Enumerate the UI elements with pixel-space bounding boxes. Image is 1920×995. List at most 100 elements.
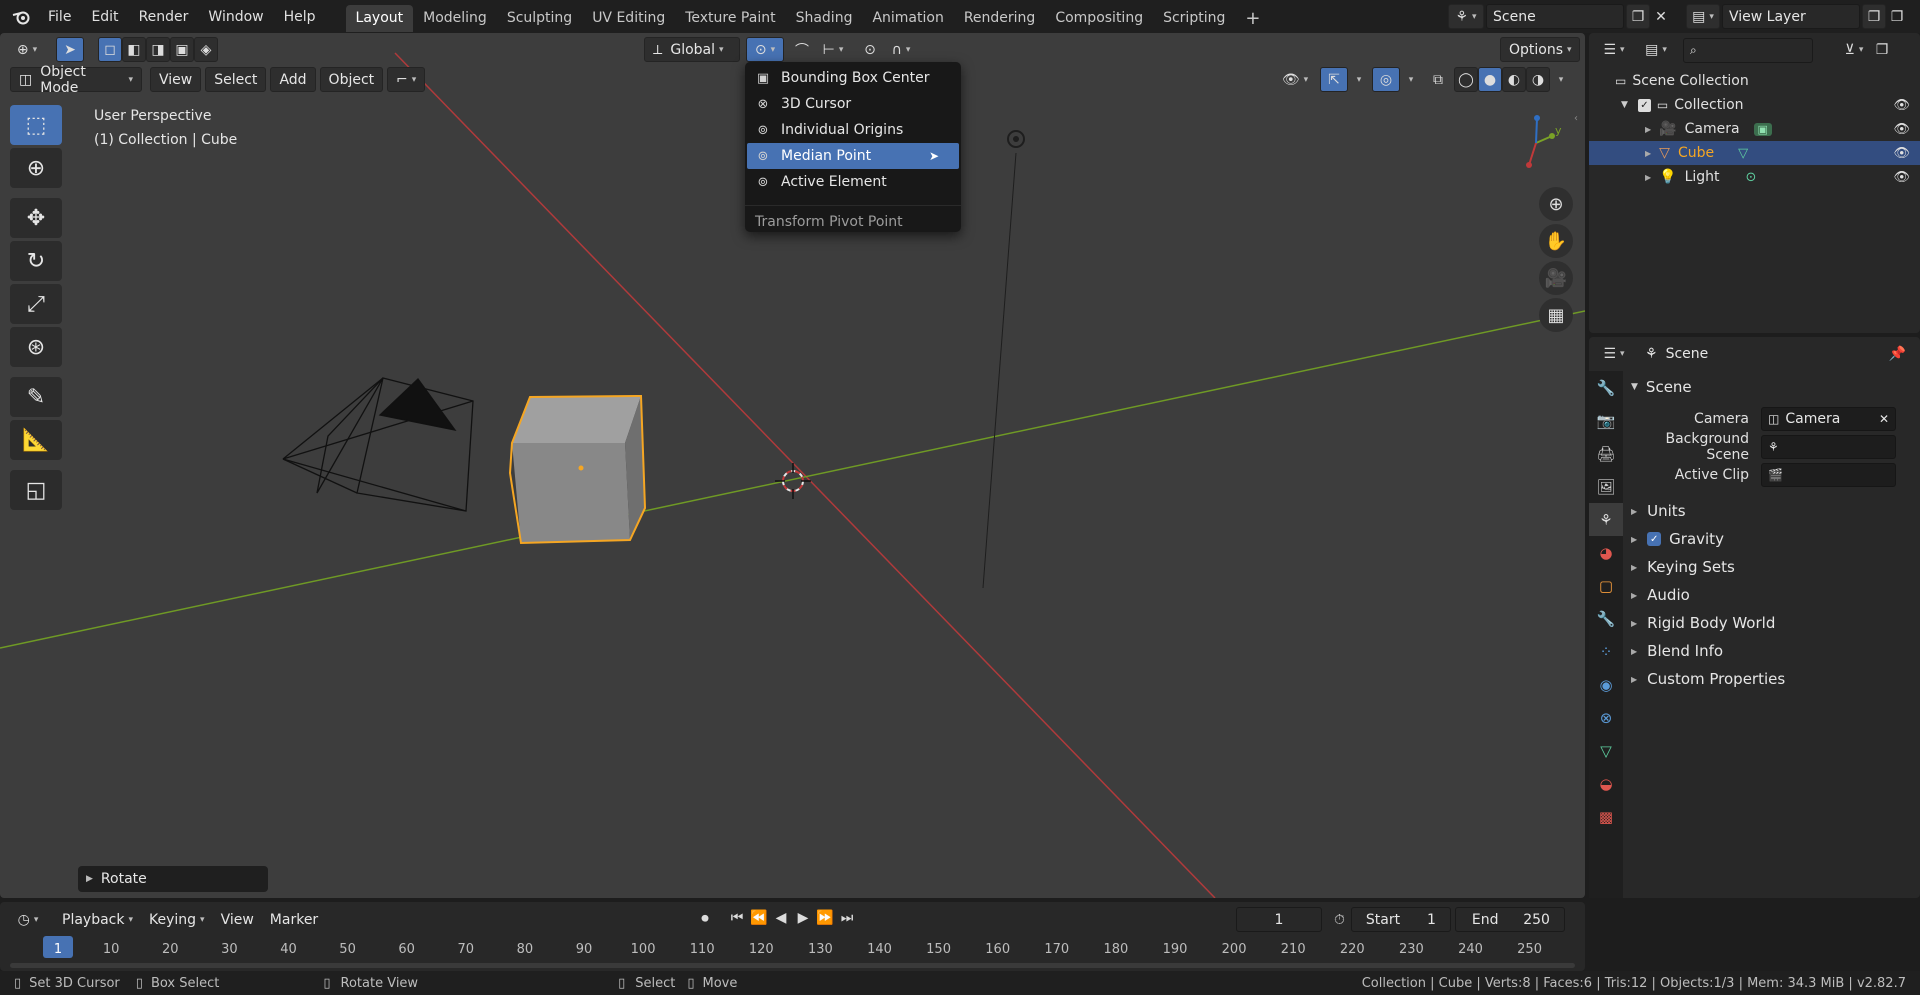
select-box-tool-icon[interactable]: ⬚ — [10, 105, 62, 145]
select-extend-icon[interactable]: ◧ — [122, 37, 146, 62]
last-operator-panel[interactable]: ▶ Rotate — [78, 866, 268, 892]
outliner-collection[interactable]: ▼ ✓ ▭ Collection 👁 — [1589, 93, 1920, 117]
tab-scripting[interactable]: Scripting — [1153, 5, 1235, 32]
physics-tab-icon[interactable]: ◉ — [1589, 668, 1623, 701]
camera-data-icon[interactable]: ▣ — [1753, 122, 1772, 136]
filter-icon[interactable]: ⊻ ▾ — [1837, 38, 1871, 63]
expand-icon[interactable]: ▼ — [1621, 100, 1628, 110]
units-panel[interactable]: ▶ Units — [1631, 497, 1916, 525]
select-invert-icon[interactable]: ▣ — [170, 37, 194, 62]
outliner-search-input[interactable]: ⌕ — [1683, 37, 1813, 63]
measure-tool-icon[interactable]: 📐 — [10, 420, 62, 460]
tab-layout[interactable]: Layout — [345, 4, 414, 32]
view-layer-field[interactable]: View Layer — [1722, 4, 1860, 29]
snap-toggle-icon[interactable]: ⌒ — [788, 37, 816, 62]
shading-dropdown-icon[interactable]: ▾ — [1550, 67, 1568, 92]
tab-animation[interactable]: Animation — [862, 5, 953, 32]
expand-icon[interactable]: ▶ — [1645, 173, 1651, 182]
editor-type-icon[interactable]: ⊕ ▾ — [8, 37, 46, 62]
new-collection-icon[interactable]: ❐ — [1871, 38, 1893, 63]
properties-editor-type-icon[interactable]: ☰ ▾ — [1595, 342, 1633, 367]
overlay-dropdown-icon[interactable]: ▾ — [1400, 67, 1418, 92]
render-tab-icon[interactable]: 📷 — [1589, 404, 1623, 437]
scale-tool-icon[interactable]: ⤢ — [10, 284, 62, 324]
outliner-editor-type-icon[interactable]: ☰ ▾ — [1595, 38, 1633, 63]
select-new-icon[interactable]: ◻ — [98, 37, 122, 62]
keying-sets-panel[interactable]: ▶ Keying Sets — [1631, 553, 1916, 581]
audio-panel[interactable]: ▶ Audio — [1631, 581, 1916, 609]
add-workspace-button[interactable]: + — [1235, 5, 1270, 32]
annotate-tool-icon[interactable]: ✎ — [10, 377, 62, 417]
blender-logo-icon[interactable] — [0, 0, 38, 33]
select-tool-icon[interactable]: ➤ — [56, 37, 84, 62]
outliner-item-camera[interactable]: ▶ 🎥 Camera ▣ 👁 — [1589, 117, 1920, 141]
orientation-dropdown[interactable]: ⟂ Global ▾ — [644, 37, 740, 62]
view-layer-tab-icon[interactable]: 🖼 — [1589, 470, 1623, 503]
light-object[interactable] — [1007, 130, 1025, 148]
pivot-3d-cursor[interactable]: ⊗ 3D Cursor — [747, 91, 959, 117]
pin-icon[interactable]: 📌 — [1889, 346, 1906, 362]
camera-object[interactable] — [282, 377, 474, 512]
move-tool-icon[interactable]: ✥ — [10, 198, 62, 238]
clear-camera-icon[interactable]: ✕ — [1879, 412, 1889, 426]
light-data-icon[interactable]: ⊙ — [1746, 170, 1757, 185]
tab-uv-editing[interactable]: UV Editing — [582, 5, 675, 32]
menu-file[interactable]: File — [38, 0, 81, 33]
menu-window[interactable]: Window — [198, 0, 273, 33]
tab-sculpting[interactable]: Sculpting — [497, 5, 582, 32]
checkbox-icon[interactable]: ✓ — [1637, 98, 1651, 112]
timeline-scrollbar[interactable] — [10, 963, 1575, 968]
overlay-toggle-icon[interactable]: ◎ — [1372, 67, 1400, 92]
expand-icon[interactable]: ▶ — [1645, 149, 1651, 158]
background-scene-field[interactable]: ⚘ — [1761, 435, 1896, 459]
menu-object[interactable]: Object — [319, 67, 384, 92]
menu-help[interactable]: Help — [274, 0, 326, 33]
grease-pencil-icon[interactable]: ⌐ ▾ — [387, 67, 426, 92]
camera-view-icon[interactable]: 🎥 — [1539, 261, 1573, 295]
pivot-individual-origins[interactable]: ⊚ Individual Origins — [747, 117, 959, 143]
material-shading-icon[interactable]: ◐ — [1502, 67, 1526, 92]
mode-dropdown[interactable]: ◫ Object Mode ▾ — [10, 64, 142, 96]
material-tab-icon[interactable]: ◒ — [1589, 767, 1623, 800]
axis-gizmo[interactable]: y — [1526, 115, 1562, 168]
gizmo-dropdown-icon[interactable]: ▾ — [1348, 67, 1366, 92]
active-clip-field[interactable]: 🎬 — [1761, 463, 1896, 487]
particles-tab-icon[interactable]: ⁘ — [1589, 635, 1623, 668]
expand-icon[interactable]: ▶ — [1645, 125, 1651, 134]
outliner-scene-collection[interactable]: ▭ Scene Collection — [1589, 69, 1920, 93]
visibility-eye-icon[interactable]: 👁 — [1893, 170, 1910, 185]
rotate-tool-icon[interactable]: ↻ — [10, 241, 62, 281]
tab-rendering[interactable]: Rendering — [954, 5, 1046, 32]
menu-render[interactable]: Render — [129, 0, 199, 33]
modifier-tab-icon[interactable]: 🔧 — [1589, 602, 1623, 635]
tool-tab-icon[interactable]: 🔧 — [1589, 371, 1623, 404]
gravity-panel[interactable]: ▶ ✓ Gravity — [1631, 525, 1916, 553]
transform-tool-icon[interactable]: ⊛ — [10, 327, 62, 367]
visibility-icon[interactable]: 👁 ▾ — [1276, 67, 1314, 92]
wireframe-shading-icon[interactable]: ◯ — [1454, 67, 1478, 92]
texture-tab-icon[interactable]: ▩ — [1589, 800, 1623, 833]
object-tab-icon[interactable]: ▢ — [1589, 569, 1623, 602]
scene-name-field[interactable]: Scene — [1486, 4, 1624, 29]
menu-select[interactable]: Select — [205, 67, 267, 92]
visibility-eye-icon[interactable]: 👁 — [1893, 146, 1910, 161]
menu-edit[interactable]: Edit — [81, 0, 128, 33]
gravity-checkbox[interactable]: ✓ — [1647, 532, 1662, 546]
custom-properties-panel[interactable]: ▶ Custom Properties — [1631, 665, 1916, 693]
mesh-data-icon[interactable]: ▽ — [1738, 146, 1748, 161]
world-tab-icon[interactable]: ◕ — [1589, 536, 1623, 569]
constraints-tab-icon[interactable]: ⊗ — [1589, 701, 1623, 734]
rendered-shading-icon[interactable]: ◑ — [1526, 67, 1550, 92]
delete-scene-icon[interactable]: ✕ — [1650, 4, 1672, 29]
new-view-layer-icon[interactable]: ❐ — [1862, 4, 1886, 29]
outliner-item-light[interactable]: ▶ 💡 Light ⊙ 👁 — [1589, 165, 1920, 189]
select-subtract-icon[interactable]: ◨ — [146, 37, 170, 62]
tab-shading[interactable]: Shading — [786, 5, 863, 32]
tab-compositing[interactable]: Compositing — [1045, 5, 1153, 32]
pivot-bounding-box-center[interactable]: ▣ Bounding Box Center — [747, 65, 959, 91]
scene-icon[interactable]: ⚘ ▾ — [1448, 4, 1484, 29]
display-mode-icon[interactable]: ▤ ▾ — [1637, 38, 1675, 63]
add-cube-tool-icon[interactable]: ◱ — [10, 470, 62, 510]
pivot-active-element[interactable]: ⊚ Active Element — [747, 169, 959, 195]
outliner-item-cube[interactable]: ▶ ▽ Cube ▽ 👁 — [1589, 141, 1920, 165]
